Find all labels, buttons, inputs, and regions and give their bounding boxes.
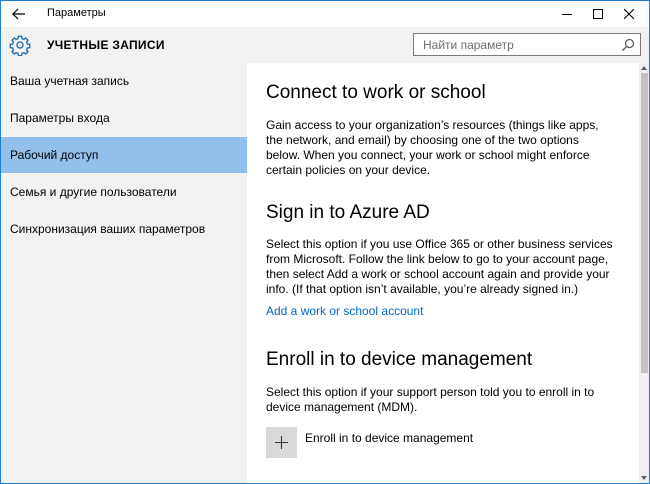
sidebar: Ваша учетная запись Параметры входа Рабо…	[1, 63, 247, 483]
search-box[interactable]	[413, 33, 641, 56]
sidebar-item-sign-in-options[interactable]: Параметры входа	[1, 100, 247, 136]
back-button[interactable]	[1, 1, 37, 27]
close-button[interactable]	[613, 1, 645, 27]
add-work-account-link[interactable]: Add a work or school account	[266, 304, 423, 318]
gear-icon	[9, 35, 31, 56]
title-bar: Параметры	[1, 1, 649, 27]
maximize-button[interactable]	[582, 1, 614, 27]
sidebar-item-label: Семья и другие пользователи	[10, 185, 177, 199]
sidebar-item-your-account[interactable]: Ваша учетная запись	[1, 63, 247, 99]
azure-title: Sign in to Azure AD	[266, 202, 430, 223]
section-header: УЧЕТНЫЕ ЗАПИСИ	[1, 27, 649, 63]
minimize-button[interactable]	[551, 1, 583, 27]
minimize-icon	[562, 14, 572, 15]
connect-title: Connect to work or school	[266, 82, 486, 103]
section-title: УЧЕТНЫЕ ЗАПИСИ	[47, 38, 165, 52]
scroll-thumb[interactable]	[641, 73, 648, 373]
app-title: Параметры	[47, 7, 106, 19]
scrollbar[interactable]	[639, 63, 649, 483]
sidebar-item-label: Синхронизация ваших параметров	[10, 222, 206, 236]
scroll-down-icon	[641, 476, 647, 480]
connect-description: Gain access to your organization’s resou…	[266, 118, 599, 177]
sidebar-item-family[interactable]: Семья и другие пользователи	[1, 174, 247, 210]
maximize-icon	[593, 9, 603, 19]
azure-description: Select this option if you use Office 365…	[266, 237, 613, 296]
plus-icon	[275, 436, 288, 449]
enroll-button[interactable]	[266, 427, 297, 458]
sidebar-item-sync[interactable]: Синхронизация ваших параметров	[1, 211, 247, 247]
enroll-button-label[interactable]: Enroll in to device management	[305, 431, 473, 445]
sidebar-item-label: Параметры входа	[10, 111, 110, 125]
scroll-up-icon	[641, 66, 647, 70]
sidebar-item-label: Ваша учетная запись	[10, 74, 130, 88]
scroll-down-button[interactable]	[639, 473, 649, 483]
scroll-up-button[interactable]	[639, 63, 649, 73]
sidebar-item-label: Рабочий доступ	[10, 148, 99, 162]
main-content: Connect to work or school Gain access to…	[247, 63, 639, 483]
search-icon[interactable]	[620, 37, 636, 53]
search-input[interactable]	[414, 34, 614, 55]
close-icon	[624, 9, 634, 19]
enroll-title: Enroll in to device management	[266, 349, 533, 370]
settings-window: Параметры УЧЕТНЫЕ ЗАПИСИ Найти параметр …	[0, 0, 650, 484]
back-arrow-icon	[12, 8, 25, 20]
enroll-description: Select this option if your support perso…	[266, 385, 595, 414]
sidebar-item-work-access[interactable]: Рабочий доступ	[1, 137, 247, 173]
